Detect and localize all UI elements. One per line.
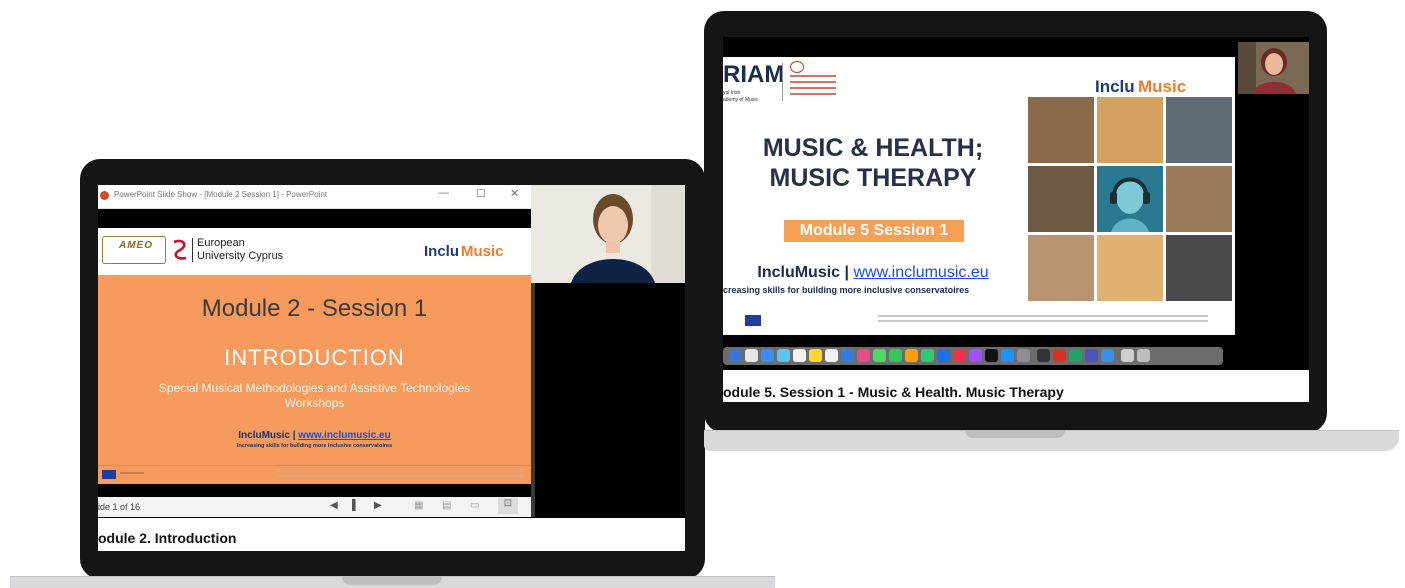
project-url-link[interactable]: www.inclumusic.eu (298, 430, 390, 441)
slide-title-line2: MUSIC THERAPY (769, 164, 977, 192)
teams-icon[interactable] (1085, 349, 1098, 362)
word-icon[interactable] (937, 349, 950, 362)
previous-slide-icon[interactable]: ◀ (330, 500, 338, 511)
pause-icon[interactable]: ▌ (352, 500, 359, 511)
riam-sub-line2: ademy of Music (723, 97, 759, 103)
riam-sub-line1: yal Irish (723, 90, 741, 96)
powerpoint-icon (100, 191, 109, 200)
brand-inclu: Inclu (424, 243, 460, 260)
project-tagline: creasing skills for building more inclus… (723, 285, 970, 295)
partner-name-line1: European (197, 237, 245, 249)
close-button[interactable]: ✕ (510, 187, 519, 200)
conservatorio-logo-text (790, 75, 836, 99)
presentation-slide: RIAM yal Irish ademy of Music Inclu Musi… (723, 57, 1235, 335)
downloads-icon[interactable] (1121, 349, 1134, 362)
video-divider (531, 283, 535, 517)
webcam-feed-presenter (531, 185, 685, 283)
logo-divider (782, 63, 783, 101)
numbers-icon[interactable] (889, 349, 902, 362)
project-name: IncluMusic | (757, 264, 849, 281)
presentation-slide: AMEO European University Cyprus Inclu Mu… (98, 228, 531, 484)
slideshow-view-icon[interactable]: ⊡ (498, 498, 518, 514)
euc-logo-icon (173, 239, 187, 260)
laptop-left-notch (342, 576, 442, 585)
webcam-feed-presenter (1238, 42, 1309, 94)
preview-icon[interactable] (1101, 349, 1114, 362)
slide-body: Module 2 - Session 1 INTRODUCTION Specia… (98, 275, 531, 465)
settings-icon[interactable] (1017, 349, 1030, 362)
photos-icon[interactable] (857, 349, 870, 362)
calendar-icon[interactable] (793, 349, 806, 362)
next-slide-icon[interactable]: ▶ (374, 500, 382, 511)
project-line: IncluMusic | www.inclumusic.eu (723, 264, 1023, 282)
conservatorio-logo-icon (790, 61, 804, 73)
reading-view-icon[interactable]: ▭ (470, 500, 479, 511)
video-caption: odule 2. Introduction (98, 530, 237, 546)
slide-title: Module 2 - Session 1 (201, 295, 428, 322)
podcasts-icon[interactable] (969, 349, 982, 362)
riam-logo-text: RIAM (723, 61, 785, 88)
partner-name-line2: University Cyprus (197, 250, 284, 262)
slide-heading: INTRODUCTION (224, 345, 405, 370)
slide-counter: ide 1 of 16 (98, 502, 141, 512)
footer-text-line (278, 470, 523, 472)
project-url-link[interactable]: www.inclumusic.eu (853, 264, 988, 281)
normal-view-icon[interactable]: ▦ (414, 500, 423, 511)
powerpoint-titlebar: PowerPoint Slide Show - [Module 2 Sessio… (98, 185, 531, 209)
slide-title-line1: MUSIC & HEALTH; (762, 134, 984, 162)
maximize-button[interactable]: ☐ (476, 187, 486, 200)
project-line: IncluMusic | www.inclumusic.eu (98, 430, 531, 441)
laptop-left-screen: PowerPoint Slide Show - [Module 2 Sessio… (98, 185, 685, 551)
minimize-button[interactable]: — (438, 187, 449, 199)
slide-header: AMEO European University Cyprus Inclu Mu… (98, 228, 531, 274)
app-store-icon[interactable] (1001, 349, 1014, 362)
brand-inclu: Inclu (1095, 77, 1135, 96)
footer-text-line (878, 320, 1208, 322)
powerpoint-icon[interactable] (1053, 349, 1066, 362)
presenter-avatar (1238, 42, 1309, 94)
finder-icon[interactable] (729, 349, 742, 362)
excel-icon[interactable] (1069, 349, 1082, 362)
facetime-icon[interactable] (873, 349, 886, 362)
launchpad-icon[interactable] (745, 349, 758, 362)
brand-music: Music (461, 243, 504, 260)
video-caption: odule 5. Session 1 - Music & Health. Mus… (723, 384, 1064, 400)
presenter-avatar (531, 185, 685, 283)
laptop-right-screen: RIAM yal Irish ademy of Music Inclu Musi… (723, 37, 1309, 402)
maps-icon[interactable] (921, 349, 934, 362)
footer-text-line (120, 472, 144, 474)
music-icon[interactable] (953, 349, 966, 362)
logo-divider (192, 238, 193, 262)
zoom-icon[interactable] (841, 349, 854, 362)
window-title: PowerPoint Slide Show - [Module 2 Sessio… (114, 190, 327, 199)
slideshow-statusbar: ide 1 of 16 ◀ ▌ ▶ ▦ ▤ ▭ ⊡ (98, 497, 531, 517)
slide-subtitle: Special Musical Methodologies and Assist… (158, 381, 471, 410)
music-health-collage (1028, 97, 1233, 303)
laptop-right-notch (965, 430, 1065, 438)
slide-sorter-icon[interactable]: ▤ (442, 500, 451, 511)
slide-footer (98, 465, 531, 484)
eu-flag-icon (102, 470, 116, 479)
project-tagline: Increasing skills for building more incl… (236, 443, 393, 449)
reminders-icon[interactable] (825, 349, 838, 362)
footer-text-line (278, 475, 523, 477)
messages-icon[interactable] (777, 349, 790, 362)
project-name: IncluMusic | (238, 430, 296, 441)
session-badge: Module 5 Session 1 (784, 220, 964, 242)
footer-text-line (878, 315, 1208, 317)
headphones-figure-icon (1097, 166, 1163, 232)
mac-dock (723, 347, 1223, 365)
eu-flag-icon (745, 315, 761, 326)
ameo-logo: AMEO (102, 236, 166, 264)
tv-icon[interactable] (985, 349, 998, 362)
trash-icon[interactable] (1137, 349, 1150, 362)
pages-icon[interactable] (905, 349, 918, 362)
notes-icon[interactable] (809, 349, 822, 362)
terminal-icon[interactable] (1037, 349, 1050, 362)
ameo-logo-text: AMEO (119, 240, 153, 251)
safari-icon[interactable] (761, 349, 774, 362)
brand-music: Music (1138, 77, 1187, 96)
